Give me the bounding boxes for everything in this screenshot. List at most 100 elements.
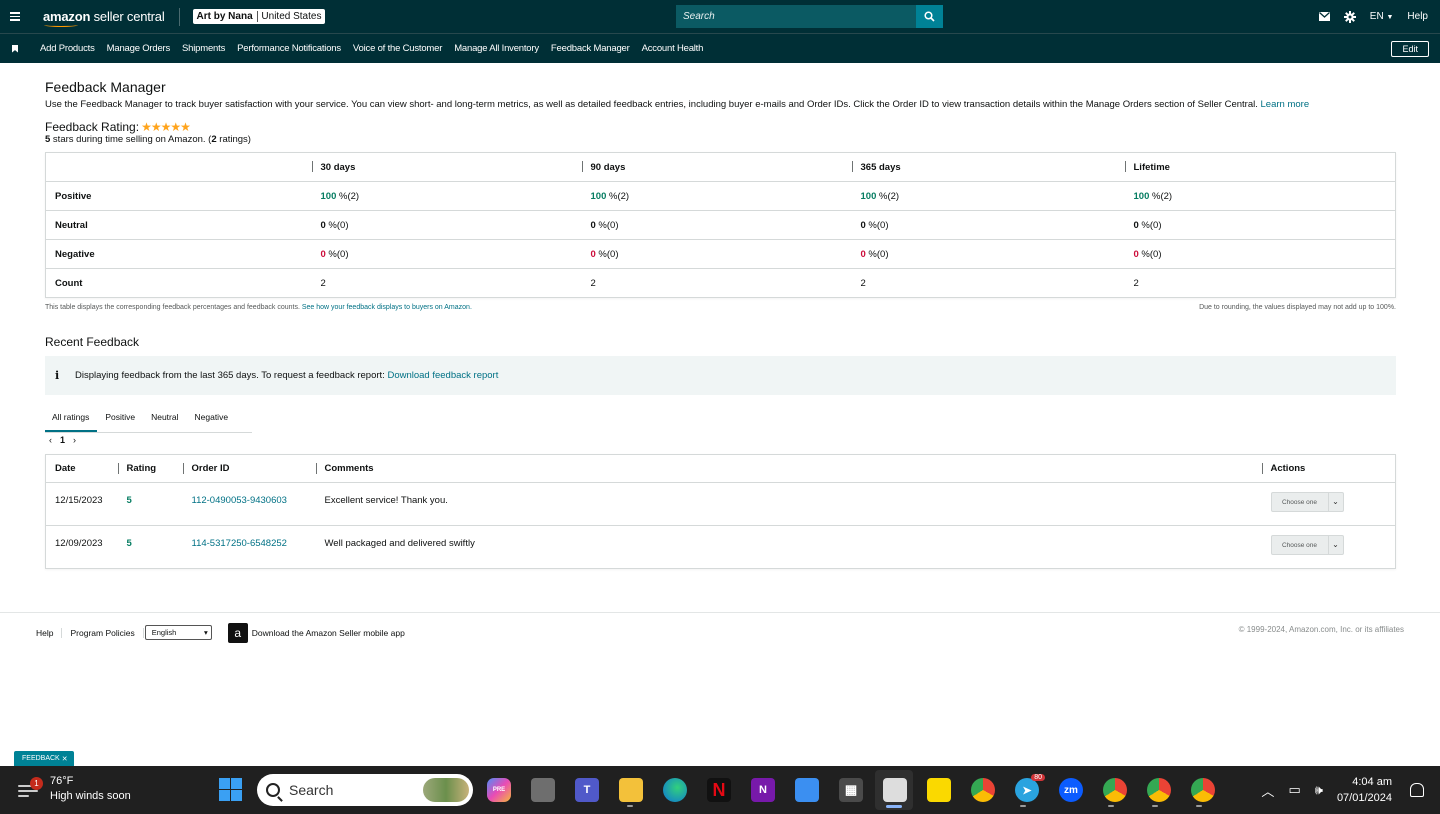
chrome-profile-icon[interactable] xyxy=(1103,778,1127,802)
alert-text: Displaying feedback from the last 365 da… xyxy=(75,370,385,381)
cell-count: %(2) xyxy=(1149,190,1173,202)
current-page[interactable]: 1 xyxy=(60,435,65,445)
feedback-date: 12/15/2023 xyxy=(45,482,118,526)
menu-icon[interactable] xyxy=(0,12,30,21)
teams-icon[interactable]: T xyxy=(575,778,599,802)
snipping-tool-icon[interactable] xyxy=(883,778,907,802)
footer-policies-link[interactable]: Program Policies xyxy=(62,627,144,638)
network-icon[interactable]: ▭ xyxy=(1288,782,1300,798)
calculator-icon[interactable]: ▦ xyxy=(839,778,863,802)
copilot-icon[interactable]: PRE xyxy=(487,778,511,802)
bookmark-icon[interactable] xyxy=(12,44,18,53)
notification-bell-icon[interactable] xyxy=(1410,783,1424,797)
see-feedback-display-link[interactable]: See how your feedback displays to buyers… xyxy=(302,304,472,311)
learn-more-link[interactable]: Learn more xyxy=(1261,99,1310,110)
nav-account-health[interactable]: Account Health xyxy=(642,43,704,54)
nav-voice-of-customer[interactable]: Voice of the Customer xyxy=(353,43,442,54)
summary-notes: This table displays the corresponding fe… xyxy=(45,304,1396,311)
chevron-left-icon[interactable]: ‹ xyxy=(49,435,52,445)
footer-language-select[interactable]: English ▾ xyxy=(144,625,212,640)
windows-taskbar: 1 76°F High winds soon Search PRE T N N … xyxy=(0,766,1440,814)
volume-icon[interactable]: 🕪 xyxy=(1315,782,1323,798)
clock[interactable]: 4:04 am 07/01/2024 xyxy=(1337,774,1392,806)
help-link[interactable]: Help xyxy=(1407,11,1428,22)
nav-add-products[interactable]: Add Products xyxy=(40,43,95,54)
chrome-icon[interactable] xyxy=(971,778,995,802)
netflix-icon[interactable]: N xyxy=(707,778,731,802)
edge-icon[interactable] xyxy=(663,778,687,802)
feedback-widget-tab[interactable]: FEEDBACK ✕ xyxy=(14,751,74,766)
clock-time: 4:04 am xyxy=(1352,776,1392,788)
chrome-profile-icon[interactable] xyxy=(1191,778,1215,802)
clock-date: 07/01/2024 xyxy=(1336,792,1392,804)
chevron-right-icon[interactable]: › xyxy=(73,435,76,445)
tab-all-ratings[interactable]: All ratings xyxy=(45,406,98,432)
summary-cell: 100 %(2) xyxy=(1124,181,1396,211)
close-icon[interactable]: ✕ xyxy=(62,755,68,763)
file-explorer-icon[interactable] xyxy=(619,778,643,802)
search-button[interactable] xyxy=(916,5,943,28)
nav-feedback-manager[interactable]: Feedback Manager xyxy=(551,43,630,54)
mail-icon[interactable] xyxy=(1318,12,1330,21)
nav-performance-notifications[interactable]: Performance Notifications xyxy=(237,43,341,54)
tab-negative[interactable]: Negative xyxy=(187,406,237,432)
summary-cell: 2 xyxy=(581,268,852,298)
action-dropdown[interactable]: Choose one ⌄ xyxy=(1270,535,1344,555)
tab-positive[interactable]: Positive xyxy=(97,406,143,432)
tab-neutral[interactable]: Neutral xyxy=(143,406,186,432)
summary-cell: 100 %(2) xyxy=(581,181,852,211)
zoom-icon[interactable]: zm xyxy=(1059,778,1083,802)
order-id-link[interactable]: 112-0490053-9430603 xyxy=(192,495,287,506)
gear-icon[interactable] xyxy=(1343,10,1356,23)
cell-count: %(0) xyxy=(865,248,889,260)
rounding-note: Due to rounding, the values displayed ma… xyxy=(1199,304,1396,311)
active-indicator xyxy=(886,805,902,808)
taskbar-search[interactable]: Search xyxy=(257,774,473,806)
feedback-tab-label: FEEDBACK xyxy=(22,755,60,762)
order-id-link[interactable]: 114-5317250-6548252 xyxy=(192,538,287,549)
onenote-icon[interactable]: N xyxy=(751,778,775,802)
notepad-icon[interactable] xyxy=(795,778,819,802)
weather-widget[interactable]: 1 76°F High winds soon xyxy=(18,774,131,804)
search-icon xyxy=(924,11,935,22)
windows-start-icon[interactable] xyxy=(219,778,242,801)
chrome-profile-icon[interactable] xyxy=(1147,778,1171,802)
chevron-down-icon: ⌄ xyxy=(1327,536,1343,554)
summary-cell: 100 %(2) xyxy=(851,181,1125,211)
seller-central-logo[interactable]: amazon seller central xyxy=(43,9,165,27)
taskbar-search-label: Search xyxy=(289,782,334,798)
cell-count: %(0) xyxy=(1138,219,1162,231)
edit-bookmarks-button[interactable]: Edit xyxy=(1391,41,1429,57)
col-order-id: Order ID xyxy=(182,455,316,483)
cell-count: %(0) xyxy=(865,219,889,231)
positive-pct: 100 xyxy=(320,190,337,202)
search-input[interactable] xyxy=(676,5,916,28)
download-report-link[interactable]: Download feedback report xyxy=(387,370,498,381)
page-intro: Use the Feedback Manager to track buyer … xyxy=(45,99,1396,110)
store-switcher[interactable]: Art by Nana United States xyxy=(192,9,326,24)
footer-help-link[interactable]: Help xyxy=(28,627,63,638)
row-label: Neutral xyxy=(45,210,312,240)
action-dropdown-label: Choose one xyxy=(1281,541,1318,549)
col-comments: Comments xyxy=(315,455,1262,483)
task-view-icon[interactable] xyxy=(531,778,555,802)
feedback-rating-value: 5 xyxy=(117,525,183,569)
rating-label: Feedback Rating: xyxy=(45,120,140,134)
language-selector[interactable]: EN ▼ xyxy=(1370,11,1394,22)
table-row: 12/09/2023 5 114-5317250-6548252 Well pa… xyxy=(45,525,1396,569)
telegram-icon[interactable]: ➤ 80 xyxy=(1015,774,1045,802)
actions-cell: Choose one ⌄ xyxy=(1261,525,1396,569)
download-app-link[interactable]: Download the Amazon Seller mobile app xyxy=(252,628,405,638)
nav-manage-inventory[interactable]: Manage All Inventory xyxy=(454,43,539,54)
feedback-rating: Feedback Rating: ★★★★★ xyxy=(45,120,1396,134)
sticky-notes-icon[interactable] xyxy=(927,778,951,802)
summary-col-90: 90 days xyxy=(581,153,852,182)
header-actions: EN ▼ Help xyxy=(1318,0,1428,33)
nav-shipments[interactable]: Shipments xyxy=(182,43,225,54)
summary-cell: 0 %(0) xyxy=(311,239,582,269)
nav-manage-orders[interactable]: Manage Orders xyxy=(107,43,171,54)
chevron-up-icon[interactable]: ︿ xyxy=(1261,781,1274,800)
amazon-app-icon[interactable]: a xyxy=(227,622,248,643)
running-indicator xyxy=(1108,805,1114,807)
action-dropdown[interactable]: Choose one ⌄ xyxy=(1270,492,1344,512)
